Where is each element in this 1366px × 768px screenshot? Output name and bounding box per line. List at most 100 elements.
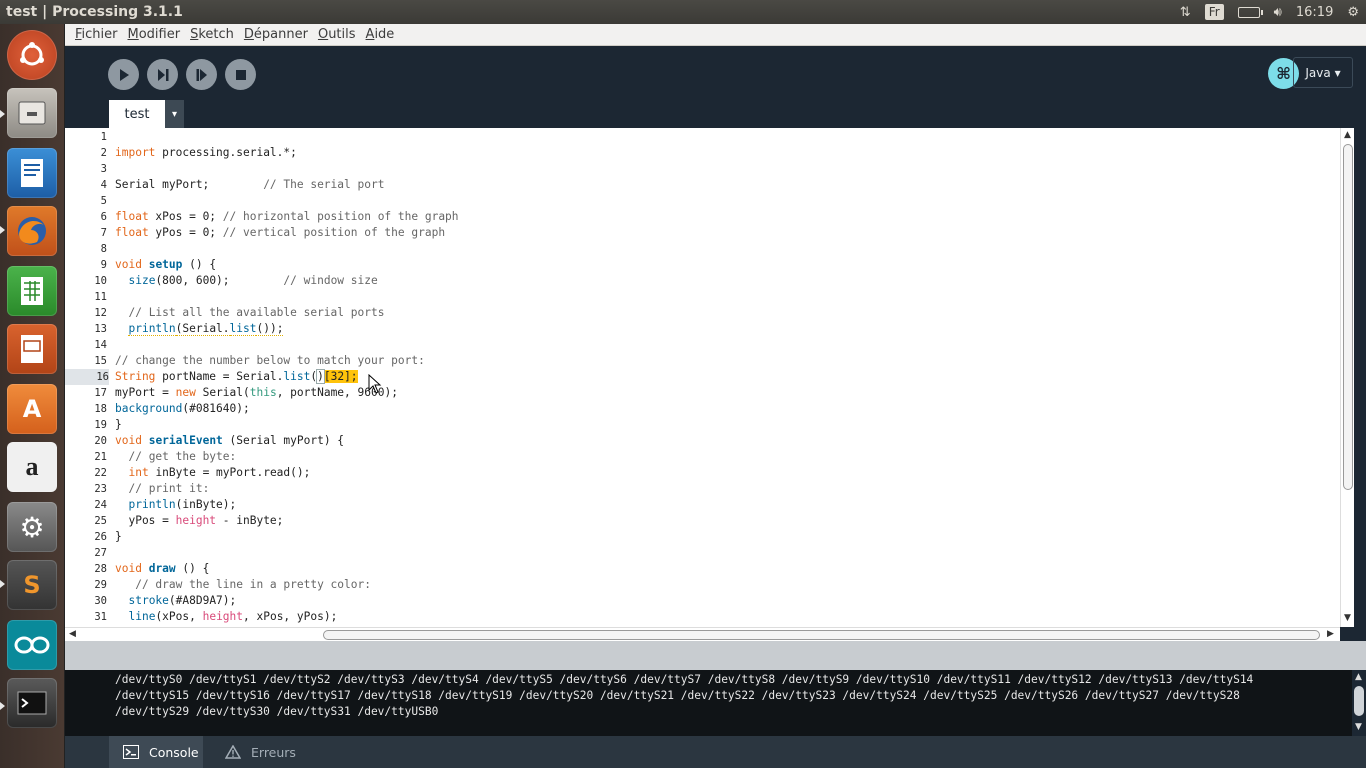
ubuntu-icon[interactable] [7, 30, 57, 80]
calc-icon[interactable] [7, 266, 57, 316]
scroll-thumb[interactable] [1343, 144, 1353, 490]
continue-icon [196, 68, 207, 81]
stop-button[interactable] [225, 59, 256, 90]
scroll-down-icon[interactable]: ▼ [1355, 722, 1362, 732]
code-line[interactable]: println(Serial.list()); [115, 321, 284, 337]
line-number: 5 [100, 195, 107, 207]
keyboard-layout-indicator[interactable]: Fr [1198, 0, 1231, 24]
volume-icon[interactable]: 🔊︎ [1267, 0, 1289, 24]
code-line[interactable]: background(#081640); [115, 401, 250, 417]
amazon-icon[interactable]: a [7, 442, 57, 492]
code-line[interactable]: float yPos = 0; // vertical position of … [115, 225, 445, 241]
run-button[interactable] [108, 59, 139, 90]
editor-vertical-scrollbar[interactable]: ▲ ▼ [1340, 128, 1354, 627]
clock[interactable]: 16:19 [1289, 0, 1340, 24]
code-line[interactable]: float xPos = 0; // horizontal position o… [115, 209, 459, 225]
code-line[interactable]: void draw () { [115, 561, 209, 577]
arduino-icon[interactable] [7, 620, 57, 670]
code-line[interactable]: yPos = height - inByte; [115, 513, 283, 529]
menu-fichier[interactable]: Fichier [71, 27, 122, 42]
line-number: 1 [100, 131, 107, 143]
tab-menu-button[interactable]: ▾ [165, 100, 184, 128]
console-scrollbar[interactable]: ▲ ▼ [1352, 670, 1366, 736]
sublime-text-icon[interactable]: S [7, 560, 57, 610]
code-line[interactable]: Serial myPort; // The serial port [115, 177, 384, 193]
step-icon [157, 68, 168, 81]
line-number: 24 [94, 499, 107, 511]
code-line[interactable]: // draw the line in a pretty color: [115, 577, 371, 593]
stop-icon [235, 69, 246, 80]
line-number: 9 [100, 259, 107, 271]
line-number: 18 [94, 403, 107, 415]
menu-modifier[interactable]: Modifier [124, 27, 185, 42]
terminal-icon[interactable] [7, 678, 57, 728]
code-line[interactable]: // print it: [115, 481, 209, 497]
continue-button[interactable] [186, 59, 217, 90]
line-number: 10 [94, 275, 107, 287]
menu-outils[interactable]: Outils [314, 27, 360, 42]
footer-tabs: Console Erreurs [65, 736, 1366, 768]
step-button[interactable] [147, 59, 178, 90]
network-icon[interactable]: ⇅ [1173, 0, 1198, 24]
scroll-up-icon[interactable]: ▲ [1355, 672, 1362, 682]
impress-icon[interactable] [7, 324, 57, 374]
files-icon[interactable] [7, 88, 57, 138]
code-line[interactable]: } [115, 529, 122, 545]
code-line[interactable]: int inByte = myPort.read(); [115, 465, 310, 481]
code-line[interactable]: // get the byte: [115, 449, 236, 465]
system-settings-icon[interactable]: ⚙ [7, 502, 57, 552]
toolbar: ⌘ Java ▾ [65, 46, 1366, 102]
tab-console[interactable]: Console [109, 736, 203, 768]
menu-aide[interactable]: Aide [362, 27, 399, 42]
line-number: 27 [94, 547, 107, 559]
code-line[interactable]: void setup () { [115, 257, 216, 273]
line-number: 12 [94, 307, 107, 319]
scroll-down-icon[interactable]: ▼ [1344, 613, 1351, 623]
line-number: 4 [100, 179, 107, 191]
editor-horizontal-scrollbar[interactable]: ◀ ▶ [65, 627, 1340, 641]
line-number: 7 [100, 227, 107, 239]
code-line[interactable]: // change the number below to match your… [115, 353, 425, 369]
menu-depanner[interactable]: Dépanner [240, 27, 312, 42]
line-number: 14 [94, 339, 107, 351]
gear-icon[interactable]: ⚙ [1340, 0, 1366, 24]
line-number: 8 [100, 243, 107, 255]
tab-test[interactable]: test [109, 100, 165, 128]
console-output[interactable]: /dev/ttyS0 /dev/ttyS1 /dev/ttyS2 /dev/tt… [65, 670, 1366, 736]
writer-icon[interactable] [7, 148, 57, 198]
mode-selector[interactable]: Java ▾ [1293, 57, 1353, 88]
line-number: 3 [100, 163, 107, 175]
line-number: 19 [94, 419, 107, 431]
software-center-icon[interactable]: A [7, 384, 57, 434]
tab-bar: test ▾ [65, 100, 1366, 128]
firefox-icon[interactable] [7, 206, 57, 256]
code-line[interactable]: myPort = new Serial(this, portName, 9600… [115, 385, 398, 401]
scroll-thumb[interactable] [323, 630, 1320, 640]
line-number: 22 [94, 467, 107, 479]
menu-sketch[interactable]: Sketch [186, 27, 238, 42]
code-line[interactable]: size(800, 600); // window size [115, 273, 377, 289]
code-line[interactable]: line(xPos, height, xPos, yPos); [115, 609, 337, 625]
code-line[interactable]: // List all the available serial ports [115, 305, 384, 321]
tab-errors[interactable]: Erreurs [215, 736, 305, 768]
scroll-left-icon[interactable]: ◀ [69, 629, 76, 639]
line-number: 20 [94, 435, 107, 447]
line-number: 6 [100, 211, 107, 223]
line-number: 21 [94, 451, 107, 463]
mouse-cursor [368, 373, 382, 398]
line-number: 30 [94, 595, 107, 607]
line-number: 2 [100, 147, 107, 159]
code-line[interactable]: void serialEvent (Serial myPort) { [115, 433, 344, 449]
battery-icon[interactable] [1231, 0, 1267, 24]
code-editor[interactable]: 1 2 3 4 5 6 7 8 9 10 11 12 13 14 15 16 1… [65, 128, 1340, 627]
line-number: 31 [94, 611, 107, 623]
scroll-right-icon[interactable]: ▶ [1327, 629, 1334, 639]
scroll-up-icon[interactable]: ▲ [1344, 130, 1351, 140]
code-line[interactable]: import processing.serial.*; [115, 145, 297, 161]
code-line[interactable]: String portName = Serial.list()[32]; [115, 369, 358, 385]
code-line[interactable]: stroke(#A8D9A7); [115, 593, 236, 609]
code-line[interactable]: } [115, 417, 122, 433]
code-line[interactable]: println(inByte); [115, 497, 236, 513]
warning-icon [225, 745, 241, 759]
scroll-thumb[interactable] [1354, 686, 1364, 716]
